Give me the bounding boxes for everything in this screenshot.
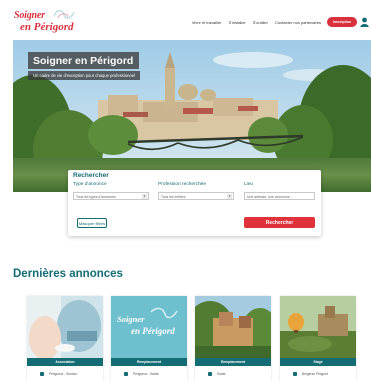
logo-line1: Soigner <box>14 10 45 21</box>
hero-subtitle: Un cadre de vie d'exception pour chaque … <box>33 73 136 78</box>
village-photo-image <box>195 296 271 359</box>
card-image <box>280 296 356 359</box>
card-location: Périgueux - Secteur <box>49 372 78 376</box>
inscription-button[interactable]: Inscription <box>327 17 357 27</box>
card-category: Remplacement <box>111 358 187 366</box>
card-image <box>195 296 271 359</box>
announcement-card[interactable]: Association Périgueux - Secteur <box>27 296 103 382</box>
nav-item-partenaires[interactable]: Contacter nos partenaires <box>275 20 321 25</box>
announcement-type-value: Tous les types d'annonces <box>76 195 116 199</box>
balloon-photo-image <box>280 296 356 359</box>
card-logo-line1: Soigner <box>117 314 145 324</box>
profession-value: Tous les métiers <box>161 195 186 199</box>
card-category: Remplacement <box>195 358 271 366</box>
nav-item-outiller[interactable]: S'outiller <box>253 20 268 25</box>
nav-item-vivre[interactable]: Vivre et travailler <box>192 20 222 25</box>
announcement-card[interactable]: Soigner en Périgord Remplacement Périgue… <box>111 296 187 382</box>
location-pin-icon <box>208 372 212 376</box>
user-icon[interactable] <box>360 17 369 27</box>
medical-photo-image <box>27 296 103 359</box>
location-pin-icon <box>124 372 128 376</box>
nav-item-installer[interactable]: S'installer <box>229 20 246 25</box>
card-category: Association <box>27 358 103 366</box>
location-input[interactable]: Une adresse, une commune... <box>244 192 315 200</box>
site-header: Soigner en Périgord Vivre et travailler … <box>0 0 371 40</box>
announcement-type-label: Type d'annonce <box>73 182 107 187</box>
card-location-row: Périgueux - Sarlat <box>111 370 187 378</box>
location-label: Lieu <box>244 182 254 187</box>
card-location: Bergerac Périgord <box>302 372 328 376</box>
card-logo-line2: en Périgord <box>131 326 175 336</box>
card-location-row: Sarlat <box>195 370 271 378</box>
location-pin-icon <box>293 372 297 376</box>
hero-title-box: Soigner en Périgord <box>28 52 140 69</box>
hide-filters-button[interactable]: Masquer filtres <box>77 218 107 228</box>
card-image <box>27 296 103 359</box>
search-button[interactable]: Rechercher <box>244 217 315 228</box>
location-placeholder: Une adresse, une commune... <box>247 195 293 199</box>
card-location-row: Périgueux - Secteur <box>27 370 103 378</box>
site-logo[interactable]: Soigner en Périgord <box>14 8 76 38</box>
logo-line2: en Périgord <box>20 21 74 33</box>
card-location: Périgueux - Sarlat <box>133 372 159 376</box>
hero-title: Soigner en Périgord <box>33 55 134 67</box>
card-image: Soigner en Périgord <box>111 296 187 359</box>
logo-swirl-icon <box>53 9 75 19</box>
location-pin-icon <box>40 372 44 376</box>
announcements-title: Dernières annonces <box>13 268 123 280</box>
search-title: Rechercher <box>73 172 109 179</box>
hero-subtitle-box: Un cadre de vie d'exception pour chaque … <box>28 71 141 80</box>
announcement-card[interactable]: Remplacement Sarlat <box>195 296 271 382</box>
chevron-down-icon: ▾ <box>227 194 232 199</box>
search-panel: Rechercher Type d'annonce Tous les types… <box>68 170 321 236</box>
card-location-row: Bergerac Périgord <box>280 370 356 378</box>
profession-label: Profession recherchée <box>158 182 206 187</box>
main-nav: Vivre et travailler S'installer S'outill… <box>192 20 321 25</box>
card-location: Sarlat <box>217 372 226 376</box>
card-category: Stage <box>280 358 356 366</box>
chevron-down-icon: ▾ <box>142 194 147 199</box>
profession-select[interactable]: Tous les métiers ▾ <box>158 192 234 200</box>
announcement-type-select[interactable]: Tous les types d'annonces ▾ <box>73 192 149 200</box>
announcement-card[interactable]: Stage Bergerac Périgord <box>280 296 356 382</box>
